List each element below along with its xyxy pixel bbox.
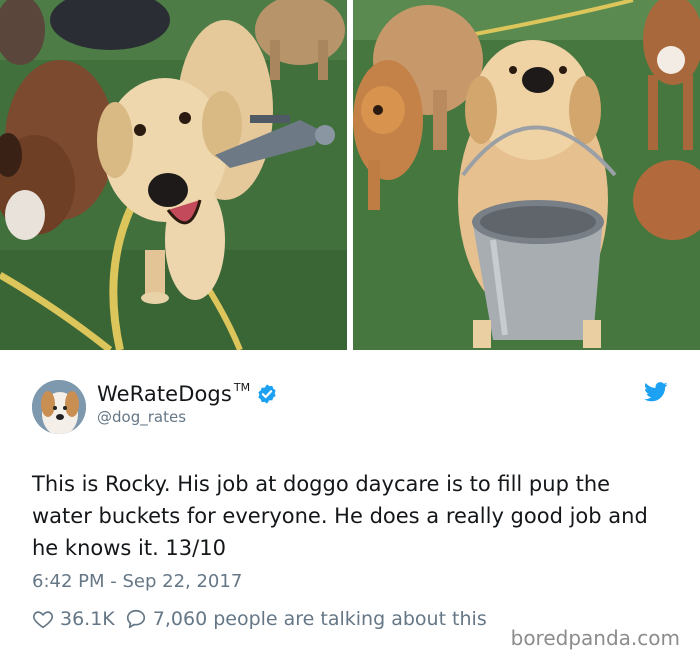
author-handle[interactable]: @dog_rates: [97, 408, 186, 426]
heart-icon[interactable]: [32, 608, 54, 630]
photo-collage: [0, 0, 700, 350]
twitter-bird-icon[interactable]: [644, 382, 668, 402]
tweet-timestamp[interactable]: 6:42 PM - Sep 22, 2017: [32, 571, 242, 592]
dog-with-bucket-illustration: [353, 0, 700, 350]
photo-dog-with-bucket[interactable]: [353, 0, 700, 350]
watermark: boredpanda.com: [508, 626, 682, 650]
dog-with-hose-illustration: [0, 0, 347, 350]
speech-bubble-icon[interactable]: [125, 608, 147, 630]
avatar[interactable]: [32, 380, 86, 434]
verified-badge-icon: [258, 384, 276, 404]
tweet-text: This is Rocky. His job at doggo daycare …: [32, 472, 648, 560]
tweet-actions: 36.1K 7,060 people are talking about thi…: [32, 608, 487, 630]
like-count[interactable]: 36.1K: [60, 608, 115, 630]
tweet-card: WeRateDogs TM @dog_rates This is Rocky. …: [0, 350, 700, 664]
conversation-count[interactable]: 7,060 people are talking about this: [153, 608, 487, 630]
trademark-mark: TM: [233, 380, 251, 394]
display-name[interactable]: WeRateDogs: [97, 382, 232, 406]
photo-dog-with-hose[interactable]: [0, 0, 347, 350]
author-name-row: WeRateDogs TM: [97, 380, 278, 408]
avatar-dog-image: [32, 380, 86, 434]
